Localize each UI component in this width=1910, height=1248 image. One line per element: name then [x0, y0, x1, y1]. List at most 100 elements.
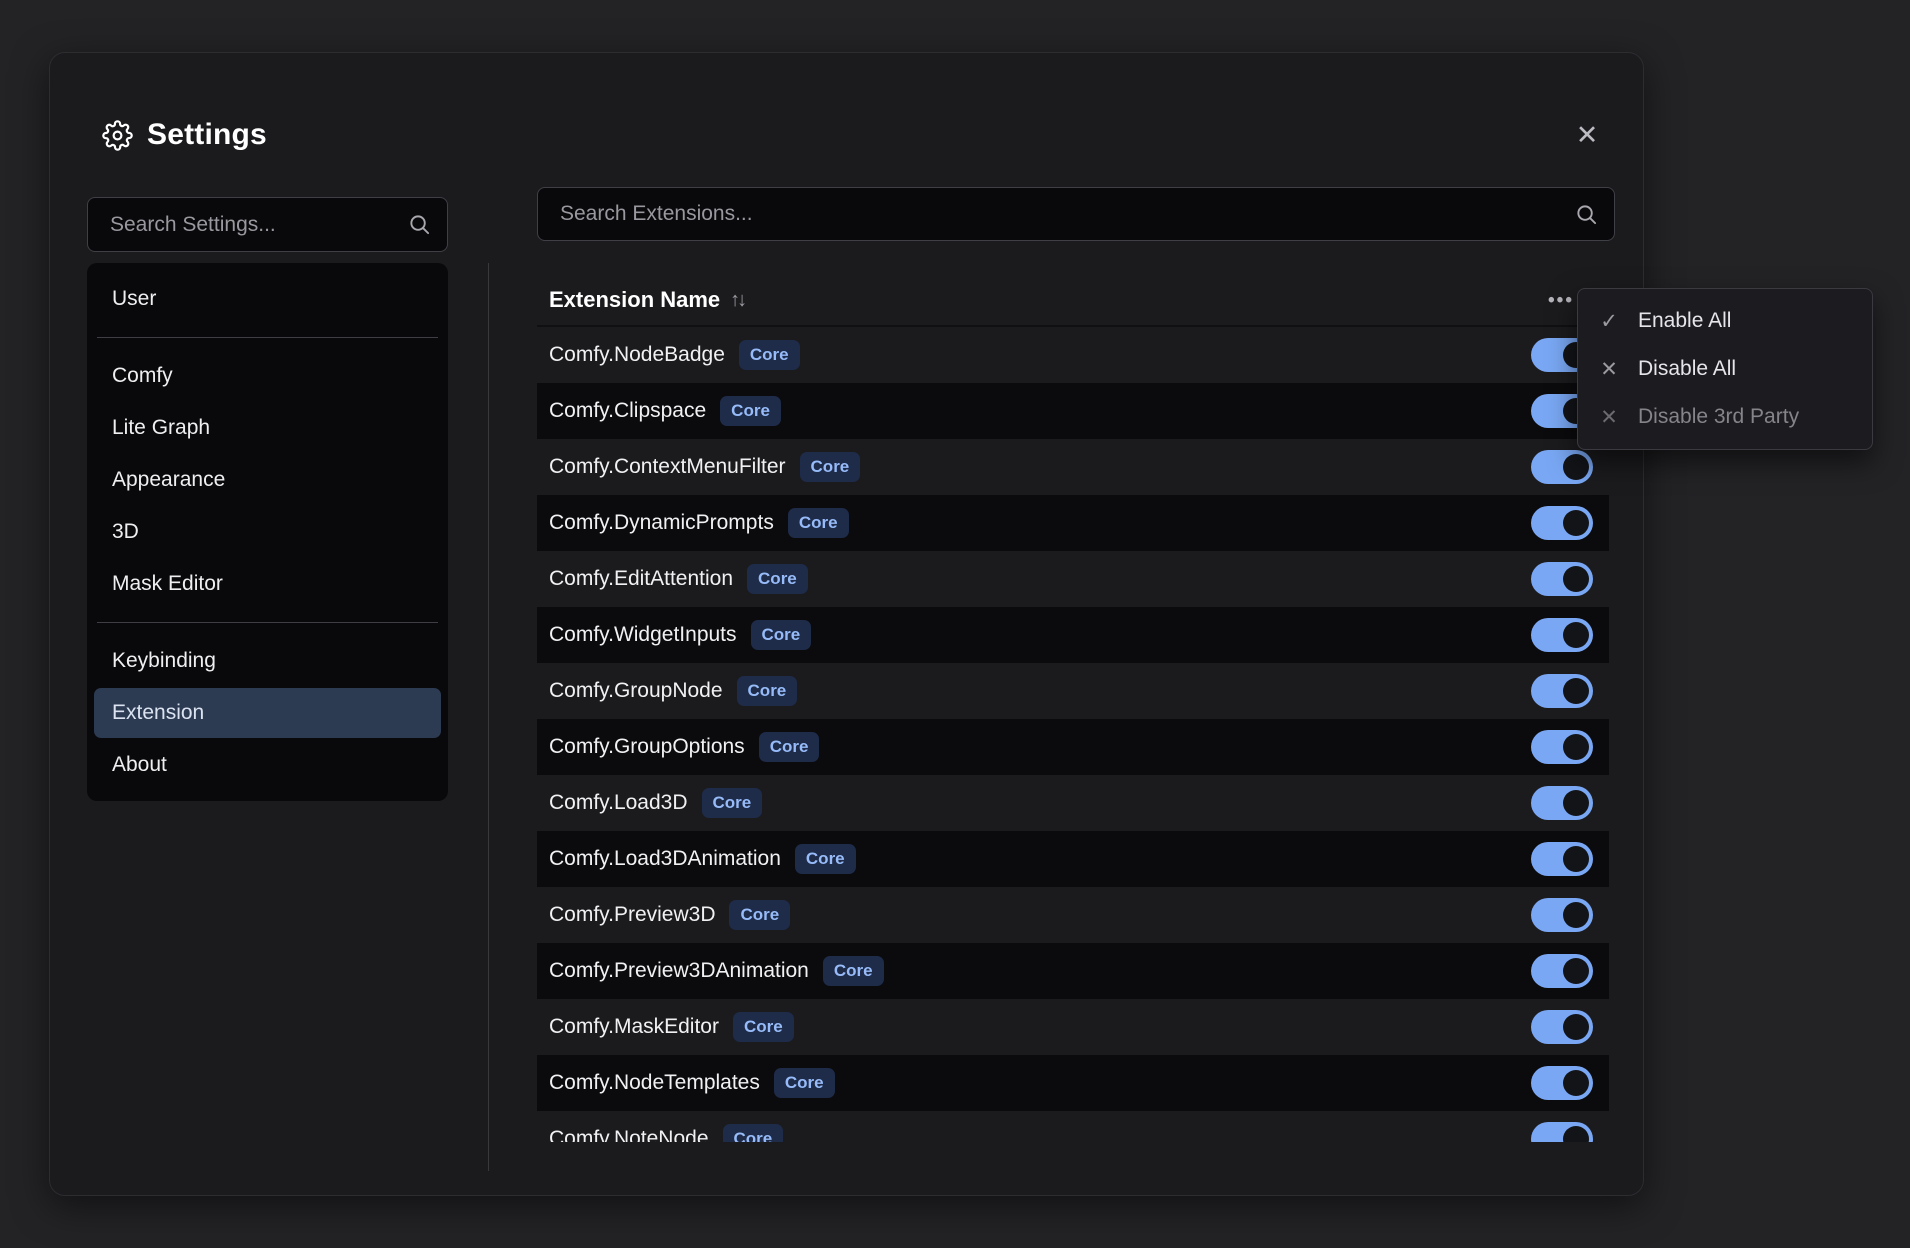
table-row: Comfy.DynamicPrompts Core [537, 495, 1609, 551]
core-badge: Core [822, 955, 884, 987]
extension-name: Comfy.NodeTemplates [549, 1071, 760, 1094]
extension-name: Comfy.MaskEditor [549, 1015, 719, 1038]
sidebar-divider [97, 622, 438, 623]
extensions-search-input[interactable] [538, 188, 1575, 240]
table-row: Comfy.EditAttention Core [537, 551, 1609, 607]
menu-item-disable-all[interactable]: ✕ Disable All [1578, 345, 1872, 393]
table-row: Comfy.Preview3D Core [537, 887, 1609, 943]
table-row: Comfy.NoteNode Core [537, 1111, 1609, 1142]
extension-name: Comfy.Preview3DAnimation [549, 959, 809, 982]
enable-toggle[interactable] [1531, 786, 1593, 820]
core-badge: Core [758, 731, 820, 763]
table-row: Comfy.Load3D Core [537, 775, 1609, 831]
sidebar-item-extension[interactable]: Extension [94, 688, 441, 738]
sidebar-divider [97, 337, 438, 338]
table-row: Comfy.Load3DAnimation Core [537, 831, 1609, 887]
ellipsis-icon: ••• [1548, 290, 1574, 311]
table-row: Comfy.Clipspace Core [537, 383, 1609, 439]
settings-dialog: Settings ✕ User ComfyLite GraphAppearance… [49, 52, 1873, 1196]
toggle-knob [1563, 1126, 1589, 1142]
table-header: Extension Name ↑↓ ••• [537, 275, 1609, 327]
toggle-knob [1563, 902, 1589, 928]
core-badge: Core [720, 395, 781, 427]
sidebar-item-lite-graph[interactable]: Lite Graph [94, 403, 441, 453]
enable-toggle[interactable] [1531, 562, 1593, 596]
extension-name: Comfy.EditAttention [549, 567, 734, 590]
menu-item-enable-all[interactable]: ✓ Enable All [1578, 297, 1872, 345]
table-row: Comfy.GroupOptions Core [537, 719, 1609, 775]
enable-toggle[interactable] [1531, 842, 1593, 876]
extensions-search-box [537, 187, 1615, 241]
enable-toggle[interactable] [1531, 1122, 1593, 1142]
settings-search-input[interactable] [88, 198, 408, 251]
enable-toggle[interactable] [1531, 506, 1593, 540]
core-badge: Core [773, 1067, 835, 1099]
sort-icon[interactable]: ↑↓ [730, 289, 747, 312]
menu-item-label: Enable All [1638, 309, 1732, 332]
extension-name: Comfy.Load3DAnimation [549, 847, 781, 870]
toggle-knob [1563, 566, 1589, 592]
search-icon [1575, 203, 1598, 226]
enable-toggle[interactable] [1531, 674, 1593, 708]
close-icon: ✕ [1575, 119, 1599, 150]
enable-toggle[interactable] [1531, 1066, 1593, 1100]
menu-item-label: Disable 3rd Party [1638, 405, 1800, 428]
toggle-knob [1563, 790, 1589, 816]
extension-name: Comfy.Preview3D [549, 903, 716, 926]
toggle-knob [1563, 454, 1589, 480]
toggle-knob [1563, 678, 1589, 704]
core-badge: Core [750, 619, 812, 651]
table-row: Comfy.GroupNode Core [537, 663, 1609, 719]
sidebar-item-appearance[interactable]: Appearance [94, 455, 441, 505]
sidebar-item-keybinding[interactable]: Keybinding [94, 636, 441, 686]
core-badge: Core [736, 675, 798, 707]
extension-name: Comfy.NodeBadge [549, 343, 725, 366]
sidebar-item-mask-editor[interactable]: Mask Editor [94, 559, 441, 609]
extension-name: Comfy.DynamicPrompts [549, 511, 774, 534]
core-badge: Core [729, 899, 791, 931]
extension-list: Comfy.NodeBadge Core Comfy.Clipspace Core Co… [537, 327, 1609, 1142]
core-badge: Core [738, 339, 800, 371]
table-row: Comfy.Preview3DAnimation Core [537, 943, 1609, 999]
extension-name: Comfy.GroupOptions [549, 735, 745, 758]
toggle-knob [1563, 734, 1589, 760]
enable-toggle[interactable] [1531, 730, 1593, 764]
toggle-knob [1563, 846, 1589, 872]
close-button[interactable]: ✕ [1567, 115, 1607, 155]
vertical-divider [488, 263, 489, 1171]
settings-nav: User Comfy Lite Graph Appearance 3D Mask Edit… [87, 263, 448, 801]
extension-name: Comfy.NoteNode [549, 1127, 709, 1142]
x-icon: ✕ [1600, 357, 1618, 381]
core-badge: Core [794, 843, 856, 875]
sidebar-item-comfy[interactable]: Comfy [94, 351, 441, 401]
extension-name: Comfy.Load3D [549, 791, 688, 814]
core-badge: Core [732, 1011, 794, 1043]
extension-name: Comfy.WidgetInputs [549, 623, 737, 646]
core-badge: Core [799, 451, 861, 483]
sidebar-item-about[interactable]: About [94, 740, 441, 790]
dialog-header: Settings [102, 113, 267, 157]
settings-search-box [87, 197, 448, 252]
x-icon: ✕ [1600, 405, 1618, 429]
menu-item-label: Disable All [1638, 357, 1737, 380]
table-row: Comfy.MaskEditor Core [537, 999, 1609, 1055]
context-menu: ✓ Enable All ✕ Disable All ✕ Disable 3rd Part… [1577, 288, 1873, 450]
toggle-knob [1563, 1070, 1589, 1096]
enable-toggle[interactable] [1531, 450, 1593, 484]
toggle-knob [1563, 958, 1589, 984]
enable-toggle[interactable] [1531, 954, 1593, 988]
extension-name: Comfy.ContextMenuFilter [549, 455, 786, 478]
sidebar-item-user[interactable]: User [94, 274, 441, 324]
enable-toggle[interactable] [1531, 1010, 1593, 1044]
enable-toggle[interactable] [1531, 898, 1593, 932]
search-icon [408, 213, 431, 236]
enable-toggle[interactable] [1531, 618, 1593, 652]
column-header-extension-name[interactable]: Extension Name [549, 287, 720, 313]
gear-icon [102, 119, 133, 151]
toggle-knob [1563, 510, 1589, 536]
core-badge: Core [722, 1123, 784, 1142]
extension-name: Comfy.Clipspace [549, 399, 707, 422]
core-badge: Core [747, 563, 808, 595]
core-badge: Core [701, 787, 763, 819]
sidebar-item-3d[interactable]: 3D [94, 507, 441, 557]
